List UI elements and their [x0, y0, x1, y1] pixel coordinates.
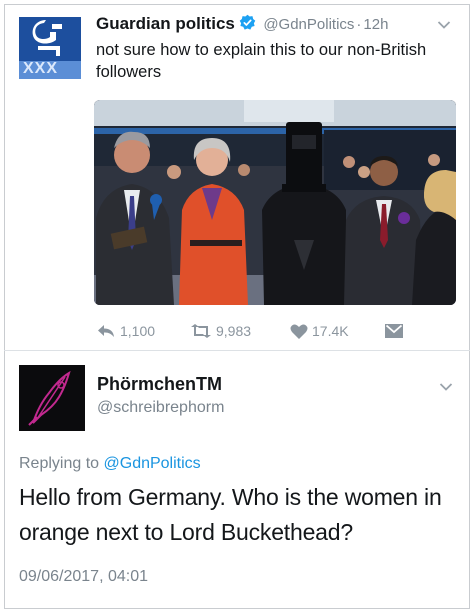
retweet-action[interactable]: 9,983: [190, 322, 251, 340]
direct-message-action[interactable]: [385, 322, 407, 340]
author-name[interactable]: PhörmchenTM: [97, 374, 222, 395]
tweet-timestamp[interactable]: 09/06/2017, 04:01: [19, 568, 148, 586]
tweet-text: not sure how to explain this to our non-…: [96, 41, 427, 81]
avatar-strip: XXX: [19, 60, 81, 79]
tweet-text: Hello from Germany. Who is the women in …: [19, 484, 442, 545]
chevron-down-icon[interactable]: [439, 382, 453, 392]
guardian-logo-icon: [32, 20, 62, 56]
like-count: 17.4K: [312, 323, 349, 339]
tweet1-header: Guardian politics @GdnPolitics · 12h: [96, 14, 436, 36]
quill-logo-icon: [19, 365, 85, 431]
tweet-time[interactable]: 12h: [363, 16, 388, 33]
separator-dot: ·: [356, 16, 362, 33]
avatar-strip-text: XXX: [23, 60, 59, 77]
author-handle[interactable]: @GdnPolitics: [263, 16, 354, 33]
photo-illustration: [94, 100, 456, 305]
tweet-photo[interactable]: [94, 100, 456, 305]
author-name[interactable]: Guardian politics: [96, 14, 235, 33]
chevron-down-icon[interactable]: [437, 20, 451, 30]
retweet-count: 9,983: [216, 323, 252, 339]
replying-prefix: Replying to: [19, 455, 100, 472]
reply-action[interactable]: 1,100: [96, 322, 155, 340]
like-action[interactable]: 17.4K: [290, 322, 349, 340]
reply-icon: [98, 325, 114, 337]
mention-link[interactable]: @GdnPolitics: [104, 455, 201, 472]
reply-count: 1,100: [120, 323, 156, 339]
heart-icon: [290, 324, 308, 339]
retweet-icon: [191, 324, 211, 338]
tweet-divider: [4, 350, 470, 351]
guardian-avatar[interactable]: XXX: [19, 17, 81, 79]
replying-to-line: Replying to @GdnPolitics: [19, 455, 201, 473]
user-avatar[interactable]: [19, 365, 85, 431]
verified-badge-icon: [239, 14, 256, 30]
envelope-icon: [385, 324, 403, 338]
author-handle[interactable]: @schreibrephorm: [97, 399, 224, 417]
